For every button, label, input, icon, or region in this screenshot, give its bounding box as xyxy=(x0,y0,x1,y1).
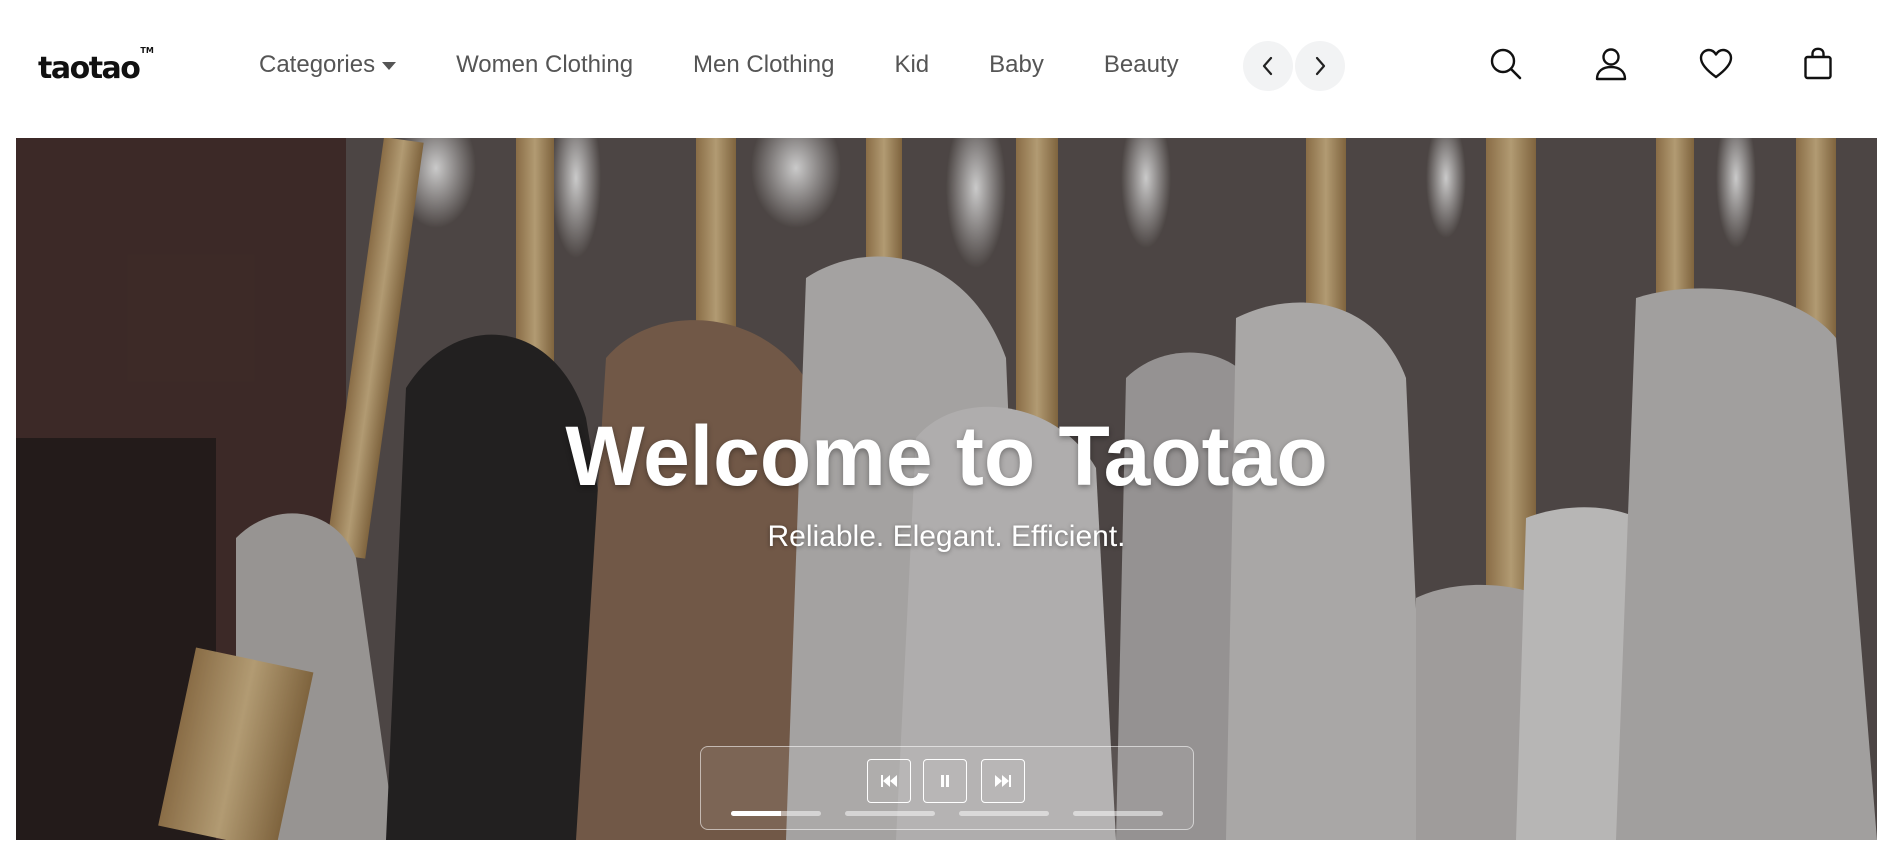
wishlist-button[interactable] xyxy=(1696,44,1736,84)
previous-slide-button[interactable] xyxy=(867,759,911,803)
hero-subtitle: Reliable. Elegant. Efficient. xyxy=(767,520,1126,553)
account-button[interactable] xyxy=(1591,44,1631,84)
slide-progress-3[interactable] xyxy=(959,811,1049,816)
site-header: taotaoTM Categories Women Clothing Men C… xyxy=(0,0,1885,138)
hero-banner: Welcome to Taotao Reliable. Elegant. Eff… xyxy=(16,138,1877,840)
heart-icon xyxy=(1699,48,1733,79)
slide-progress-2[interactable] xyxy=(845,811,935,816)
hero-title: Welcome to Taotao xyxy=(565,409,1328,503)
user-icon xyxy=(1595,48,1627,81)
slide-progress-1[interactable] xyxy=(731,811,821,816)
pause-icon xyxy=(941,775,949,787)
shopping-bag-icon xyxy=(1804,47,1832,80)
search-button[interactable] xyxy=(1486,44,1526,84)
slideshow-controls xyxy=(700,746,1194,830)
skip-forward-icon xyxy=(995,775,1011,787)
next-slide-button[interactable] xyxy=(981,759,1025,803)
cart-button[interactable] xyxy=(1798,44,1838,84)
pause-slideshow-button[interactable] xyxy=(923,759,967,803)
slide-progress-4[interactable] xyxy=(1073,811,1163,816)
header-tools xyxy=(0,44,1885,84)
skip-back-icon xyxy=(881,775,897,787)
search-icon xyxy=(1490,48,1522,80)
slide-progress-fill xyxy=(731,811,781,816)
